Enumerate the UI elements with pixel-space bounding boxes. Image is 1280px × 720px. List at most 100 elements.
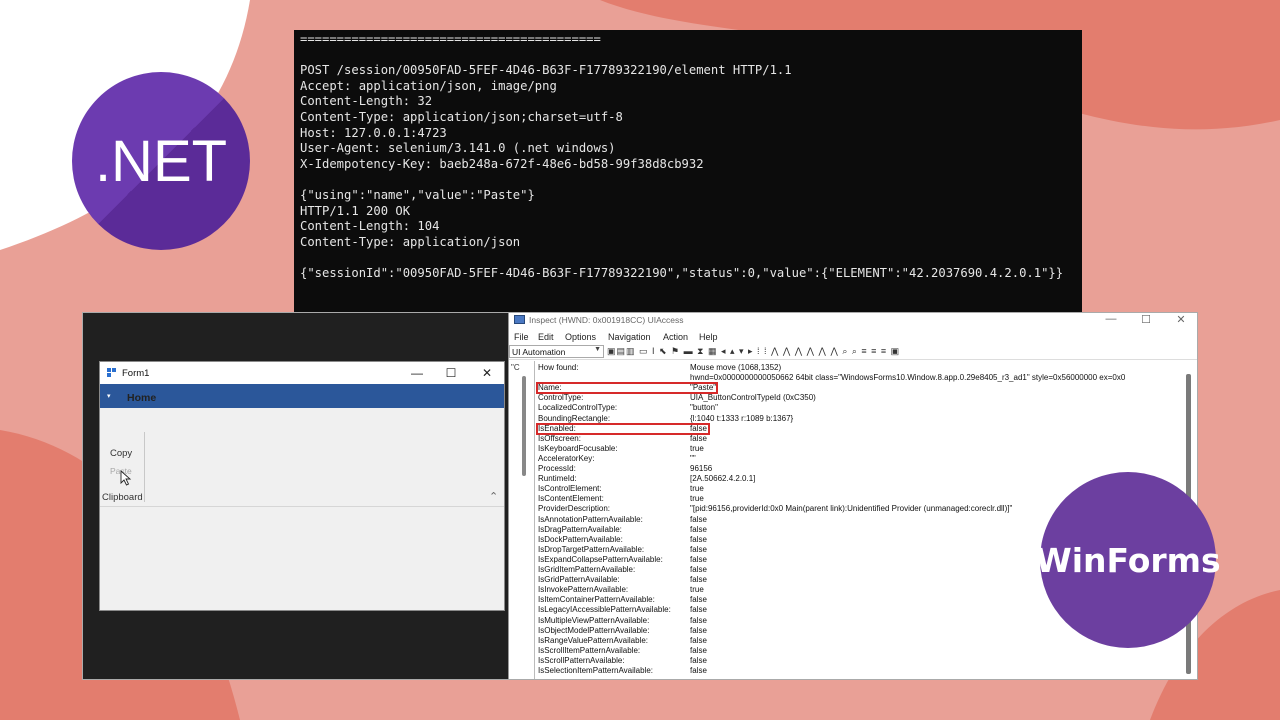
toolbar-icon-strip[interactable]: ▣▤▥ ▭ I ⬉ ⚑ ▬ ⧗ ▦ ◂ ▴ ▾ ▸ ⁞ ⁞ ⋀ ⋀ ⋀ ⋀ ⋀ … [607,346,900,357]
property-name: IsKeyboardFocusable: [538,443,618,453]
winforms-logo-text: WinForms [1035,540,1221,580]
property-name: IsDockPatternAvailable: [538,534,623,544]
menu-options[interactable]: Options [565,332,596,342]
property-name: How found: [538,363,579,372]
property-name: IsExpandCollapsePatternAvailable: [538,554,663,564]
property-value: false [690,524,707,534]
property-value: true [690,484,704,494]
property-value: [2A.50662.4.2.0.1] [690,474,756,484]
inspect-title: Inspect (HWND: 0x001918CC) UIAccess [529,315,684,325]
inspect-maximize-button[interactable]: ☐ [1134,313,1158,326]
tab-home[interactable]: Home [127,392,156,404]
property-name: LocalizedControlType: [538,403,618,413]
property-name: IsItemContainerPatternAvailable: [538,595,655,605]
property-value: false [690,635,707,645]
mouse-cursor-icon [120,470,132,486]
property-name: IsScrollPatternAvailable: [538,655,625,665]
name-highlight [536,382,718,395]
property-value: false [690,655,707,665]
ribbon-collapse-icon[interactable]: ⌃ [489,490,498,503]
minimize-button[interactable]: — [402,364,432,382]
tree-scrollbar[interactable] [522,376,526,476]
property-name: ControlType: [538,393,584,403]
property-name: IsGridPatternAvailable: [538,575,620,585]
property-value: false [690,595,707,605]
property-name: IsContentElement: [538,494,604,504]
property-value: false [690,554,707,564]
automation-mode-value: UI Automation [512,347,566,357]
property-name: IsMultipleViewPatternAvailable: [538,615,650,625]
terminal-line: Accept: application/json, image/png [300,78,557,93]
form1-titlebar: Form1 — ☐ ✕ [100,362,504,384]
property-value: 96156 [690,464,713,473]
terminal-line: Content-Length: 104 [300,219,440,234]
maximize-button[interactable]: ☐ [436,364,466,382]
ribbon-group-separator [144,432,145,502]
property-value: "" [690,453,696,463]
inspect-minimize-button[interactable]: — [1099,313,1123,325]
form1-title: Form1 [122,368,150,379]
property-value: true [690,443,704,453]
inspect-menu-bar: File Edit Options Navigation Action Help [509,328,1197,344]
quick-access-dropdown-icon[interactable]: ▾ [107,392,111,400]
clipboard-group-label: Clipboard [102,492,143,503]
property-value: true [690,494,704,504]
terminal-line: POST /session/00950FAD-5FEF-4D46-B63F-F1… [300,63,792,78]
inspect-close-button[interactable]: ✕ [1169,313,1193,326]
inspect-app-icon [514,315,525,324]
property-value: "[pid:96156,providerId:0x0 Main(parent l… [690,504,1013,514]
chevron-down-icon: ▼ [594,346,601,353]
terminal-window: ========================================… [294,30,1082,314]
property-value: false [690,625,707,635]
property-name: IsScrollItemPatternAvailable: [538,645,641,655]
property-value: false [690,544,707,554]
ribbon-bottom-border [100,506,504,507]
terminal-line: X-Idempotency-Key: baeb248a-672f-48e6-bd… [300,156,704,171]
property-name: IsDragPatternAvailable: [538,524,622,534]
property-name: IsSelectionItemPatternAvailable: [538,666,654,675]
inspect-toolbar: UI Automation ▼ ▣▤▥ ▭ I ⬉ ⚑ ▬ ⧗ ▦ ◂ ▴ ▾ … [509,344,1197,360]
automation-mode-select[interactable]: UI Automation ▼ [509,345,604,358]
menu-file[interactable]: File [514,332,529,342]
property-value: Mouse move (1068,1352) [690,363,782,372]
property-value: false [690,615,707,625]
property-name: IsObjectModelPatternAvailable: [538,625,650,635]
terminal-output: ========================================… [300,32,1082,282]
property-name: AcceleratorKey: [538,453,595,463]
menu-edit[interactable]: Edit [538,332,554,342]
property-value: false [690,645,707,655]
element-tree-pane[interactable]: "C [509,361,535,679]
copy-button[interactable]: Copy [110,448,132,459]
inspect-titlebar: Inspect (HWND: 0x001918CC) UIAccess — ☐ … [509,313,1197,328]
property-value: false [690,575,707,585]
winforms-logo: WinForms [1035,472,1221,648]
isenabled-highlight-left [536,422,710,435]
property-name: ProviderDescription: [538,504,611,514]
property-value: hwnd=0x0000000000050662 64bit class="Win… [690,373,1126,383]
property-name: RuntimeId: [538,474,577,484]
form-app-icon [107,368,117,377]
terminal-line: {"sessionId":"00950FAD-5FEF-4D46-B63F-F1… [300,265,1064,280]
property-value: UIA_ButtonControlTypeId (0xC350) [690,393,816,403]
property-name: IsDropTargetPatternAvailable: [538,544,645,554]
menu-navigation[interactable]: Navigation [608,332,651,342]
terminal-line: Content-Type: application/json [300,234,521,249]
menu-help[interactable]: Help [699,332,718,342]
property-value: "button" [690,403,718,413]
property-name: ProcessId: [538,464,576,473]
form1-window: Form1 — ☐ ✕ ▾ Home Copy Paste Clipboard … [99,361,505,611]
property-name: IsInvokePatternAvailable: [538,585,629,595]
desktop-screenshot: Form1 — ☐ ✕ ▾ Home Copy Paste Clipboard … [82,312,1198,680]
dotnet-logo-text: .NET [94,128,228,194]
terminal-line: Content-Type: application/json;charset=u… [300,109,623,124]
menu-action[interactable]: Action [663,332,688,342]
property-name: IsControlElement: [538,484,602,494]
property-name: IsLegacyIAccessiblePatternAvailable: [538,605,671,615]
property-value: false [690,514,707,524]
tree-node[interactable]: "C [511,363,520,372]
property-value: false [690,534,707,544]
close-button[interactable]: ✕ [472,364,502,382]
property-value: false [690,666,707,675]
